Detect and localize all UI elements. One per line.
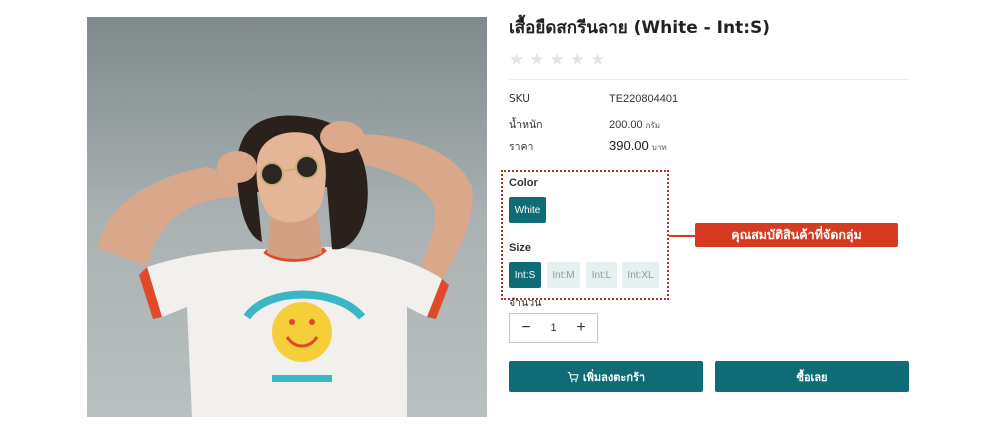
cart-icon: [567, 371, 579, 382]
sku-label: SKU: [509, 93, 530, 105]
product-photo-illustration: [87, 17, 487, 417]
size-option-int-l[interactable]: Int:L: [586, 262, 617, 288]
star-icon[interactable]: ★: [509, 51, 524, 68]
price-unit: บาท: [651, 143, 667, 152]
spec-row-price: ราคา 390.00 บาท: [509, 138, 909, 161]
size-option-int-m[interactable]: Int:M: [547, 262, 580, 288]
quantity-value[interactable]: 1: [550, 322, 556, 334]
star-icon[interactable]: ★: [529, 51, 544, 68]
add-to-cart-button[interactable]: เพิ่มลงตะกร้า: [509, 361, 703, 392]
product-image[interactable]: [87, 17, 487, 417]
product-info: เสื้อยืดสกรีนลาย (White - Int:S) ★ ★ ★ ★…: [509, 17, 909, 161]
callout-label: คุณสมบัติสินค้าที่จัดกลุ่ม: [695, 223, 898, 247]
add-to-cart-label: เพิ่มลงตะกร้า: [582, 370, 646, 384]
size-option-int-s[interactable]: Int:S: [509, 262, 541, 288]
spec-row-sku: SKU TE220804401: [509, 93, 909, 116]
color-label: Color: [509, 177, 538, 189]
size-option-int-xl[interactable]: Int:XL: [622, 262, 659, 288]
weight-value: 200.00: [609, 118, 643, 131]
minus-icon[interactable]: −: [518, 320, 534, 336]
quantity-label: จำนวน: [509, 297, 542, 309]
divider: [509, 79, 909, 80]
weight-label: น้ำหนัก: [509, 118, 543, 131]
product-title: เสื้อยืดสกรีนลาย (White - Int:S): [509, 18, 771, 38]
sku-value: TE220804401: [609, 93, 679, 105]
buy-now-label: ซื้อเลย: [796, 370, 828, 384]
weight-unit: กรัม: [645, 120, 661, 130]
size-label: Size: [509, 242, 532, 254]
buy-now-button[interactable]: ซื้อเลย: [715, 361, 909, 392]
price-value: 390.00: [609, 138, 649, 153]
plus-icon[interactable]: +: [573, 320, 589, 336]
star-icon[interactable]: ★: [570, 51, 585, 68]
star-icon[interactable]: ★: [550, 51, 565, 68]
color-option-white[interactable]: White: [509, 197, 546, 223]
rating-stars[interactable]: ★ ★ ★ ★ ★: [509, 51, 909, 68]
quantity-stepper: − 1 +: [509, 313, 598, 343]
spec-table: SKU TE220804401 น้ำหนัก 200.00 กรัม ราคา…: [509, 93, 909, 161]
star-icon[interactable]: ★: [590, 51, 605, 68]
spec-row-weight: น้ำหนัก 200.00 กรัม: [509, 116, 909, 139]
price-label: ราคา: [509, 141, 534, 153]
callout-connector: [669, 235, 695, 237]
